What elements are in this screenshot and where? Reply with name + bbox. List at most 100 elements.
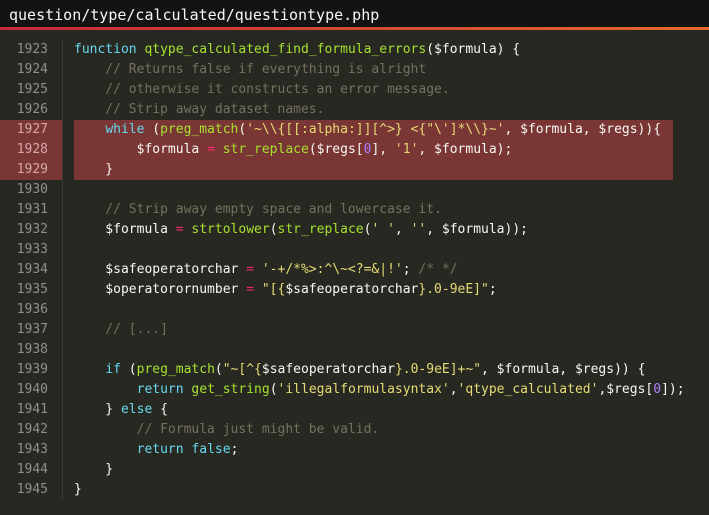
code-token: // Returns false if everything is alrigh… xyxy=(74,62,427,77)
line-number: 1931 xyxy=(16,202,48,217)
line-number: 1943 xyxy=(16,442,48,457)
code-token: while xyxy=(105,122,145,137)
code-token: $formula xyxy=(74,222,176,237)
line-code[interactable] xyxy=(74,240,709,260)
code-line[interactable]: 1931 // Strip away empty space and lower… xyxy=(0,200,709,220)
code-token: 0 xyxy=(653,382,662,397)
code-line[interactable]: 1924 // Returns false if everything is a… xyxy=(0,60,709,80)
line-number: 1934 xyxy=(16,262,48,277)
line-number: 1927 xyxy=(0,120,62,140)
code-line[interactable]: 1923 function qtype_calculated_find_formu… xyxy=(0,40,709,60)
line-code[interactable]: // Formula just might be valid. xyxy=(74,420,709,440)
line-code[interactable]: // Strip away dataset names. xyxy=(74,100,709,120)
code-token: { xyxy=(152,402,168,417)
file-path: question/type/calculated/questiontype.ph… xyxy=(9,6,380,24)
code-token: $safeoperatorchar xyxy=(261,362,395,377)
code-line[interactable]: 1940 return get_string('illegalformulasy… xyxy=(0,380,709,400)
code-token: if xyxy=(105,362,121,377)
code-token: ], xyxy=(371,142,395,157)
code-token: '' xyxy=(410,222,427,237)
code-token: $formula xyxy=(74,142,208,157)
code-token: , xyxy=(394,222,411,237)
code-token: , xyxy=(449,382,458,397)
highlighted-code-line[interactable]: 1927 while (preg_match('~\\{[[:alpha:]][… xyxy=(0,120,709,140)
code-token: ' ' xyxy=(371,222,395,237)
line-code[interactable]: } xyxy=(74,480,709,500)
line-number: 1942 xyxy=(16,422,48,437)
line-code[interactable]: return false; xyxy=(74,440,709,460)
code-token: $safeoperatorchar xyxy=(74,262,247,277)
code-token: else xyxy=(120,402,153,417)
line-code[interactable]: if (preg_match("~[^{$safeoperatorchar}.0… xyxy=(74,360,709,380)
code-token: }.0-9eE]" xyxy=(418,282,489,297)
code-token: = xyxy=(175,222,184,237)
code-line[interactable]: 1938 xyxy=(0,340,709,360)
line-number: 1944 xyxy=(16,462,48,477)
code-token: '-+/*%>:^\~<?=&|!' xyxy=(261,262,403,277)
line-code[interactable]: function qtype_calculated_find_formula_e… xyxy=(74,40,709,60)
code-token: strtolower xyxy=(191,222,270,237)
code-line[interactable]: 1937 // [...] xyxy=(0,320,709,340)
line-number: 1941 xyxy=(16,402,48,417)
line-code[interactable]: $operatorornumber = "[{$safeoperatorchar… xyxy=(74,280,709,300)
line-code[interactable]: // otherwise it constructs an error mess… xyxy=(74,80,709,100)
code-token: , $formula, $regs)) { xyxy=(481,362,646,377)
code-line[interactable]: 1936 xyxy=(0,300,709,320)
code-line[interactable]: 1933 xyxy=(0,240,709,260)
code-token: // Strip away empty space and lowercase … xyxy=(74,202,442,217)
code-token: ,$regs[ xyxy=(598,382,654,397)
line-code[interactable]: // Strip away empty space and lowercase … xyxy=(74,200,709,220)
code-token: "[{ xyxy=(261,282,286,297)
code-line[interactable]: 1926 // Strip away dataset names. xyxy=(0,100,709,120)
line-code[interactable] xyxy=(74,340,709,360)
line-code[interactable]: $safeoperatorchar = '-+/*%>:^\~<?=&|!'; … xyxy=(74,260,709,280)
code-line[interactable]: 1935 $operatorornumber = "[{$safeoperato… xyxy=(0,280,709,300)
line-number: 1932 xyxy=(16,222,48,237)
code-token: } xyxy=(74,482,82,497)
line-number: 1929 xyxy=(0,160,62,180)
code-line[interactable]: 1932 $formula = strtolower(str_replace('… xyxy=(0,220,709,240)
code-token: = xyxy=(207,142,215,157)
code-line[interactable]: 1943 return false; xyxy=(0,440,709,460)
code-line[interactable]: 1941 } else { xyxy=(0,400,709,420)
code-token: } xyxy=(74,162,114,177)
line-number: 1930 xyxy=(16,182,48,197)
code-line[interactable]: 1934 $safeoperatorchar = '-+/*%>:^\~<?=&… xyxy=(0,260,709,280)
code-token: // [...] xyxy=(74,322,168,337)
line-code[interactable]: } else { xyxy=(74,400,709,420)
code-editor[interactable]: 1923 function qtype_calculated_find_formu… xyxy=(0,30,709,500)
line-code[interactable]: } xyxy=(74,160,673,180)
code-token: $operatorornumber xyxy=(74,282,247,297)
line-number: 1923 xyxy=(16,42,48,57)
code-token: ( xyxy=(269,382,278,397)
line-code[interactable]: // Returns false if everything is alrigh… xyxy=(74,60,709,80)
code-token: false xyxy=(191,442,231,457)
line-code[interactable]: } xyxy=(74,460,709,480)
code-token: , $formula)); xyxy=(426,222,528,237)
code-token: '~\\{[[:alpha:]][^>} <{"\']*\\}~' xyxy=(246,122,505,137)
line-code[interactable]: $formula = str_replace($regs[0], '1', $f… xyxy=(74,140,673,160)
highlighted-code-line[interactable]: 1928 $formula = str_replace($regs[0], '1… xyxy=(0,140,709,160)
highlighted-code-line[interactable]: 1929 } xyxy=(0,160,709,180)
code-line[interactable]: 1925 // otherwise it constructs an error… xyxy=(0,80,709,100)
line-code[interactable]: $formula = strtolower(str_replace(' ', '… xyxy=(74,220,709,240)
code-line[interactable]: 1939 if (preg_match("~[^{$safeoperatorch… xyxy=(0,360,709,380)
line-code[interactable]: // [...] xyxy=(74,320,709,340)
code-line[interactable]: 1942 // Formula just might be valid. xyxy=(0,420,709,440)
line-code[interactable] xyxy=(74,300,709,320)
code-token: // Formula just might be valid. xyxy=(74,422,380,437)
line-code[interactable]: while (preg_match('~\\{[[:alpha:]][^>} <… xyxy=(74,120,673,140)
code-line[interactable]: 1930 xyxy=(0,180,709,200)
code-line[interactable]: 1945} xyxy=(0,480,709,500)
code-token: str_replace xyxy=(222,142,309,157)
code-token: ; xyxy=(488,282,497,297)
code-line[interactable]: 1944 } xyxy=(0,460,709,480)
line-code[interactable] xyxy=(74,180,709,200)
line-number: 1945 xyxy=(16,482,48,497)
line-number: 1938 xyxy=(16,342,48,357)
line-code[interactable]: return get_string('illegalformulasyntax'… xyxy=(74,380,709,400)
code-token: return xyxy=(136,382,184,397)
